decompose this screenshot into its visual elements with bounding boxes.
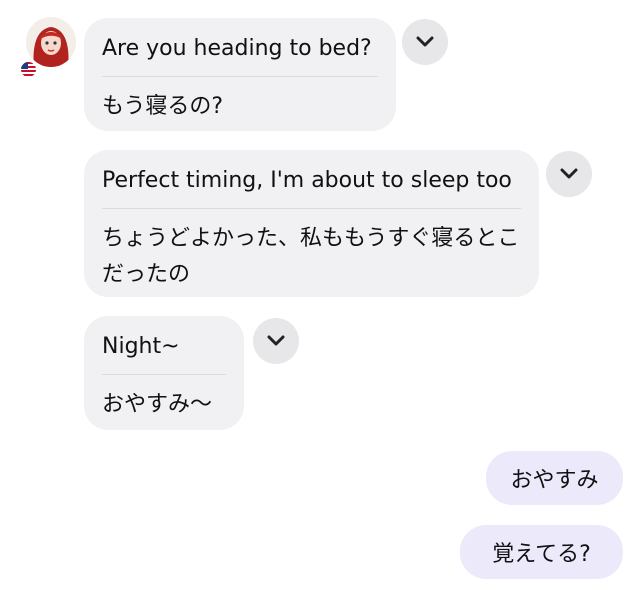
- outgoing-message[interactable]: 覚えてる?: [460, 525, 623, 579]
- outgoing-message[interactable]: おやすみ: [486, 451, 623, 505]
- incoming-message[interactable]: Night~ おやすみ〜: [84, 316, 244, 430]
- expand-button[interactable]: [253, 318, 299, 364]
- message-text-en: Perfect timing, I'm about to sleep too: [102, 168, 512, 193]
- message-text: 覚えてる?: [492, 542, 591, 567]
- message-text-ja: もう寝るの?: [102, 94, 224, 119]
- message-text: おやすみ: [510, 468, 599, 493]
- expand-button[interactable]: [546, 151, 592, 197]
- avatar-image: [26, 17, 76, 67]
- chevron-down-icon: [560, 168, 578, 179]
- us-flag-icon: [20, 61, 37, 78]
- message-text-ja: ちょうどよかった、私ももうすぐ寝るとこだったの: [102, 226, 520, 287]
- chevron-down-icon: [267, 335, 285, 346]
- message-text-en: Night~: [102, 334, 180, 359]
- incoming-message[interactable]: Are you heading to bed? もう寝るの?: [84, 18, 396, 131]
- incoming-message[interactable]: Perfect timing, I'm about to sleep too ち…: [84, 150, 539, 297]
- message-text-en: Are you heading to bed?: [102, 36, 372, 61]
- expand-button[interactable]: [402, 19, 448, 65]
- message-text-ja: おやすみ〜: [102, 392, 213, 417]
- chevron-down-icon: [416, 36, 434, 47]
- avatar[interactable]: [26, 17, 76, 67]
